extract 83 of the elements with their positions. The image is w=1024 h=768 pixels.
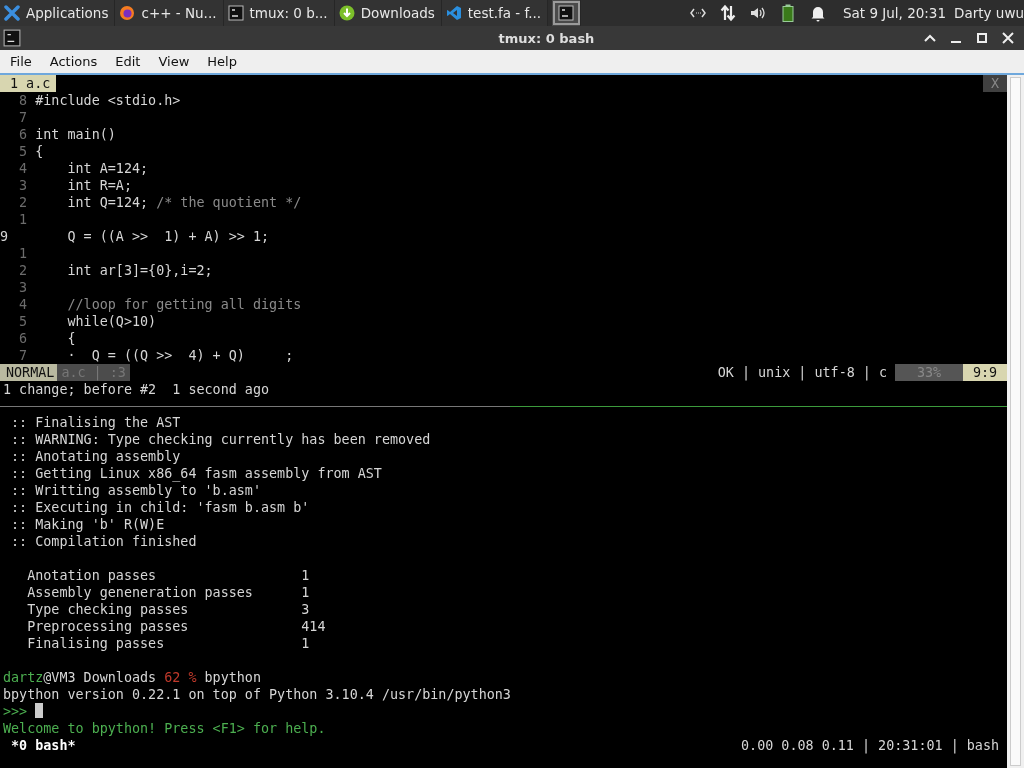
line-number: 3 — [18, 279, 29, 296]
line-number: 5 — [18, 143, 29, 160]
line-number: 6 — [18, 126, 29, 143]
menu-item[interactable]: File — [0, 54, 40, 69]
welcome-message: Welcome to bpython! Press <F1> for help. — [3, 720, 326, 737]
stat-label: Finalising passes — [27, 636, 165, 651]
terminal-icon — [3, 29, 21, 47]
taskbar-button[interactable]: test.fa - f... — [441, 0, 549, 26]
stat-label: Assembly geneneration passes — [27, 585, 253, 600]
clock[interactable]: Sat 9 Jul, 20:31 — [842, 5, 947, 21]
output-line: :: WARNING: Type checking currently has been removed — [10, 431, 431, 448]
taskbar-button[interactable]: tmux: 0 b... — [223, 0, 335, 26]
line-number: 4 — [18, 296, 29, 313]
text-cursor — [35, 703, 44, 718]
download-icon — [338, 5, 355, 21]
status-message: 1 change; before #2 1 second ago — [3, 381, 270, 398]
shell-prompt: dartz@VM3 Downloads 62 % bpython — [3, 669, 261, 686]
output-line: :: Making 'b' R(W)E — [10, 516, 165, 533]
code-line: //loop for getting all digits — [66, 296, 302, 313]
menu-item[interactable]: View — [148, 54, 198, 69]
code-editor-icon — [445, 5, 462, 21]
output-line: :: Anotating assembly — [10, 448, 181, 465]
taskbar-button[interactable] — [552, 0, 582, 26]
menu-item[interactable]: Actions — [39, 54, 106, 69]
mode-indicator: NORMAL — [0, 364, 58, 381]
line-number: 7 — [18, 347, 29, 364]
line-number: 9 — [0, 228, 10, 245]
line-number: 5 — [18, 313, 29, 330]
code-line: · Q = ((Q >> 4) + Q) ; — [66, 347, 294, 364]
terminal-icon — [227, 5, 244, 21]
line-number: 2 — [18, 262, 29, 279]
applications-menu[interactable]: Applications — [0, 0, 116, 26]
stat-value: 1 — [301, 584, 310, 601]
cursor-position: 9:9 — [963, 364, 1008, 381]
terminal-icon — [558, 5, 575, 21]
code-line: int main() — [35, 126, 116, 143]
output-line: :: Executing in child: 'fasm b.asm b' — [10, 499, 310, 516]
line-number: 3 — [18, 177, 29, 194]
scrollbar[interactable] — [1007, 75, 1024, 768]
line-number: 8 — [18, 92, 29, 109]
code-line: #include <stdio.h> — [35, 92, 181, 109]
taskbar-button[interactable]: Downloads — [334, 0, 442, 26]
output-line: :: Getting Linux x86_64 fasm assembly from AST — [10, 465, 382, 482]
menu-item[interactable]: Edit — [105, 54, 149, 69]
code-line: int ar[3]={0},i=2; — [66, 262, 213, 279]
line-number: 7 — [18, 109, 29, 126]
output-line: bpython version 0.22.1 on top of Python 3.10.4 /usr/bin/python3 — [3, 686, 511, 703]
buffer-tab[interactable]: 1 a.c — [0, 75, 57, 92]
line-number: 1 — [18, 245, 29, 262]
code-line: int A=124; — [66, 160, 149, 177]
code-line: { — [66, 330, 76, 347]
code-line: Q = ((A >> 1) + A) >> 1; — [66, 228, 269, 245]
tmux-window-tab[interactable]: *0 bash* — [3, 737, 76, 754]
stat-value: 414 — [301, 618, 326, 635]
transfer-arrows-icon[interactable] — [718, 4, 737, 22]
output-line: :: Compilation finished — [10, 533, 197, 550]
output-line: :: Finalising the AST — [10, 414, 181, 431]
stat-value: 1 — [301, 567, 310, 584]
firefox-icon — [119, 5, 136, 21]
line-number: 2 — [18, 194, 29, 211]
stat-value: 3 — [301, 601, 310, 618]
user-name[interactable]: Darty uwu — [954, 5, 1024, 21]
menu-item[interactable]: Help — [197, 54, 245, 69]
maximize-button[interactable] — [974, 30, 990, 46]
repl-prompt: >>> — [3, 703, 28, 720]
line-number: 4 — [18, 160, 29, 177]
line-number: 6 — [18, 330, 29, 347]
line-number: 1 — [18, 211, 29, 228]
code-line: while(Q>10) — [66, 313, 157, 330]
code-line: int R=A; — [66, 177, 132, 194]
output-line: :: Writting assembly to 'b.asm' — [10, 482, 261, 499]
close-button[interactable] — [1000, 30, 1016, 46]
code-line: { — [35, 143, 44, 160]
stat-label: Preprocessing passes — [27, 619, 189, 634]
code-line: int Q=124; /* the quotient */ — [66, 194, 302, 211]
x-logo-icon — [4, 5, 20, 21]
taskbar-button[interactable]: c++ - Nu... — [115, 0, 224, 26]
stat-label: Type checking passes — [27, 602, 189, 617]
stat-value: 1 — [301, 635, 310, 652]
file-info: OK | unix | utf-8 | c — [717, 364, 889, 381]
stat-label: Anotation passes — [27, 568, 157, 583]
tmux-status: 0.00 0.08 0.11 | 20:31:01 | bash — [741, 737, 1001, 754]
window-title: tmux: 0 bash — [497, 30, 596, 46]
